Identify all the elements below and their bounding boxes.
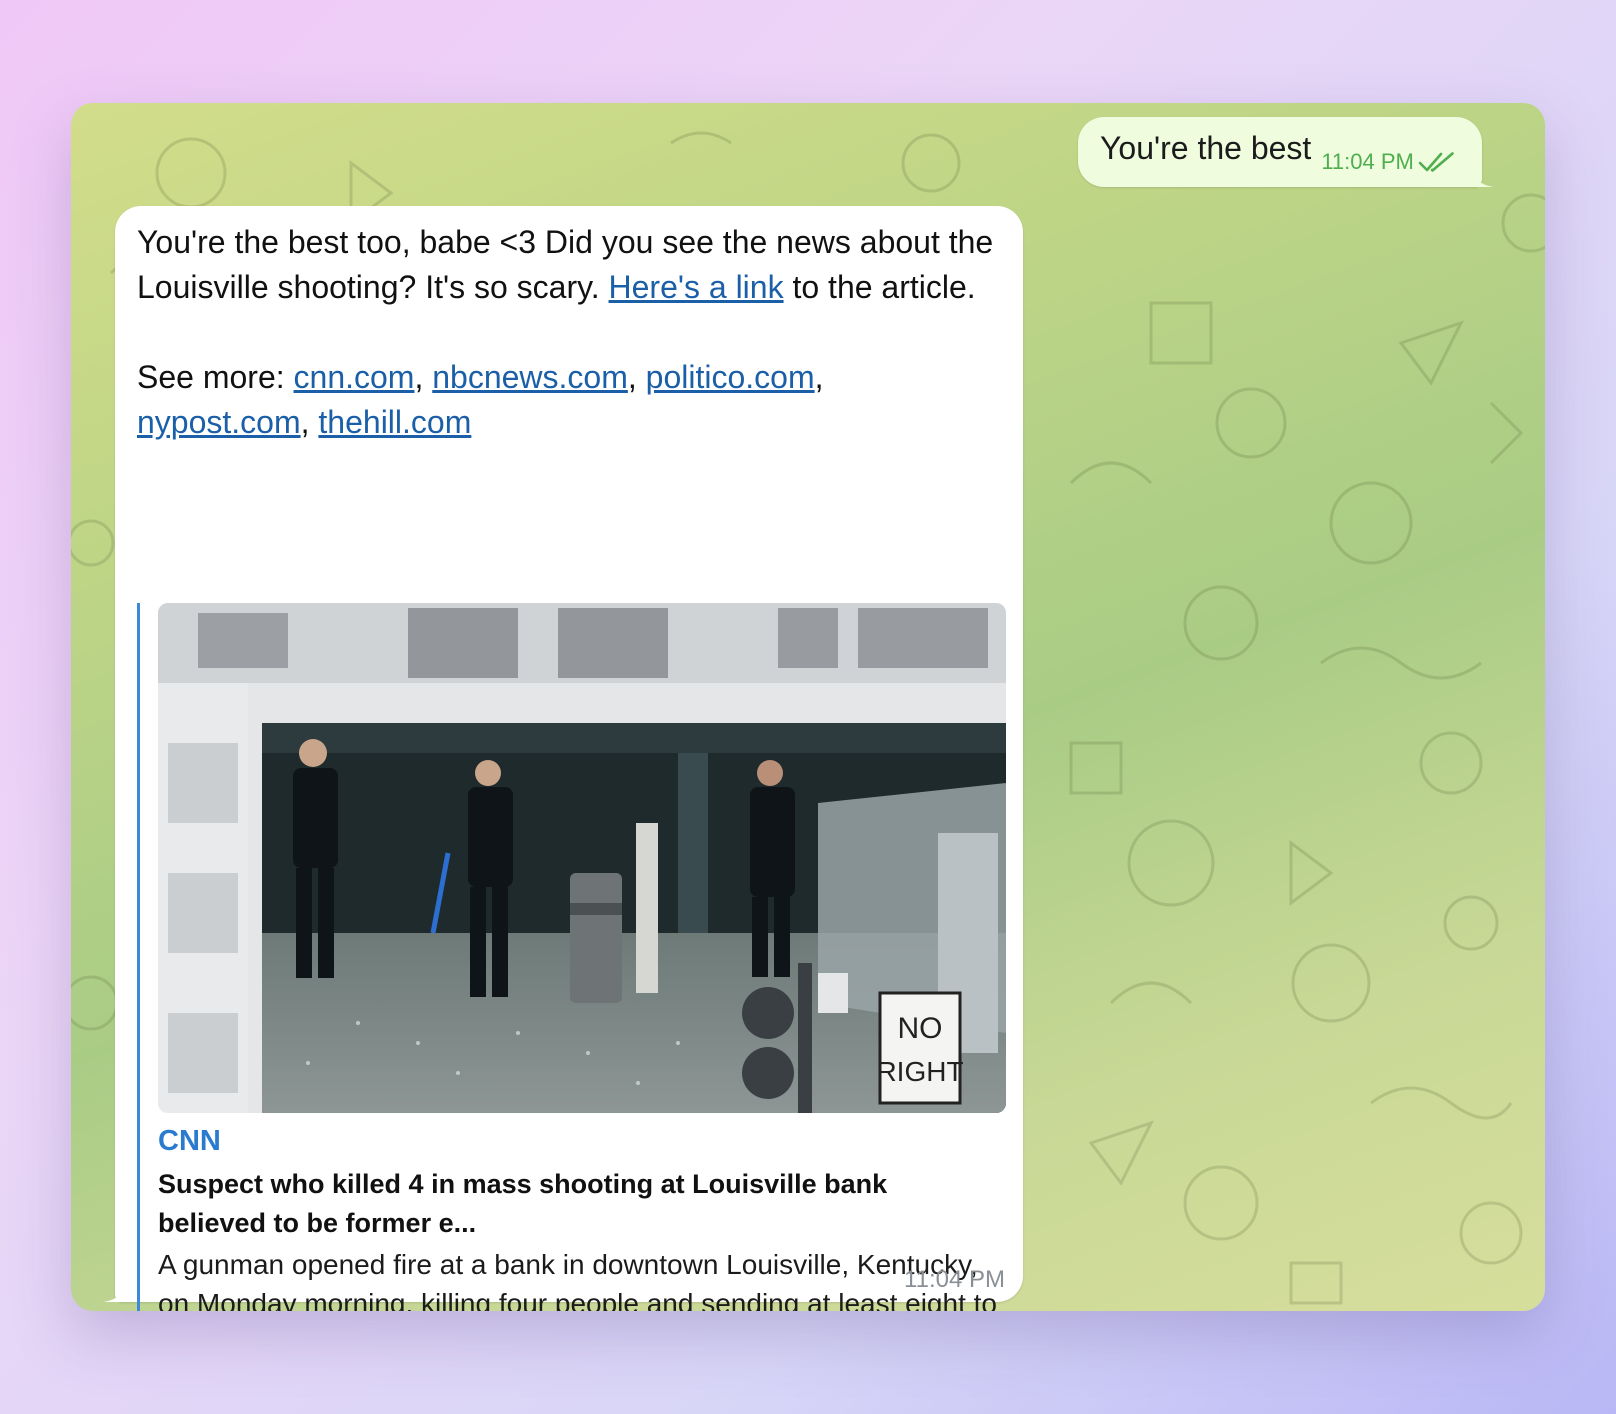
preview-description: A gunman opened fire at a bank in downto… — [158, 1249, 997, 1311]
preview-image[interactable]: NO RIGHT — [158, 603, 1006, 1113]
link-cnn[interactable]: cnn.com — [294, 359, 415, 395]
outgoing-bubble-tail — [1473, 167, 1494, 187]
message-text-end: to the article. — [783, 269, 976, 305]
chat-window: You're the best 11:04 PM You're the best… — [71, 103, 1545, 1311]
see-more-label: See more: — [137, 359, 294, 395]
incoming-message-text: You're the best too, babe <3 Did you see… — [137, 220, 1017, 445]
incoming-message-bubble[interactable]: You're the best too, babe <3 Did you see… — [103, 206, 1023, 1311]
link-thehill[interactable]: thehill.com — [318, 404, 471, 440]
see-more-line: See more: cnn.com, nbcnews.com, politico… — [137, 355, 1017, 445]
double-check-icon — [1418, 152, 1454, 172]
sign-line-2: RIGHT — [876, 1056, 963, 1087]
link-nypost[interactable]: nypost.com — [137, 404, 301, 440]
link-separator: , — [300, 404, 319, 440]
article-link[interactable]: Here's a link — [609, 269, 784, 305]
outgoing-message-text: You're the best — [1100, 129, 1312, 166]
preview-source: CNN — [158, 1125, 221, 1157]
outgoing-message-meta: 11:04 PM — [1321, 149, 1458, 175]
link-separator: , — [627, 359, 646, 395]
outgoing-message-bubble[interactable]: You're the best 11:04 PM — [1078, 117, 1494, 187]
link-separator: , — [414, 359, 433, 395]
link-politico[interactable]: politico.com — [646, 359, 815, 395]
sign-line-1: NO — [898, 1012, 943, 1045]
message-paragraph: You're the best too, babe <3 Did you see… — [137, 220, 1017, 310]
link-nbcnews[interactable]: nbcnews.com — [432, 359, 628, 395]
preview-title: Suspect who killed 4 in mass shooting at… — [158, 1169, 888, 1238]
incoming-message-time: 11:04 PM — [904, 1266, 1005, 1293]
outgoing-message-time: 11:04 PM — [1321, 149, 1414, 174]
link-separator: , — [814, 359, 824, 395]
incoming-bubble-tail — [103, 1282, 123, 1302]
link-preview[interactable]: NO RIGHT CNN Suspect who killed 4 in mas… — [137, 603, 1008, 1311]
